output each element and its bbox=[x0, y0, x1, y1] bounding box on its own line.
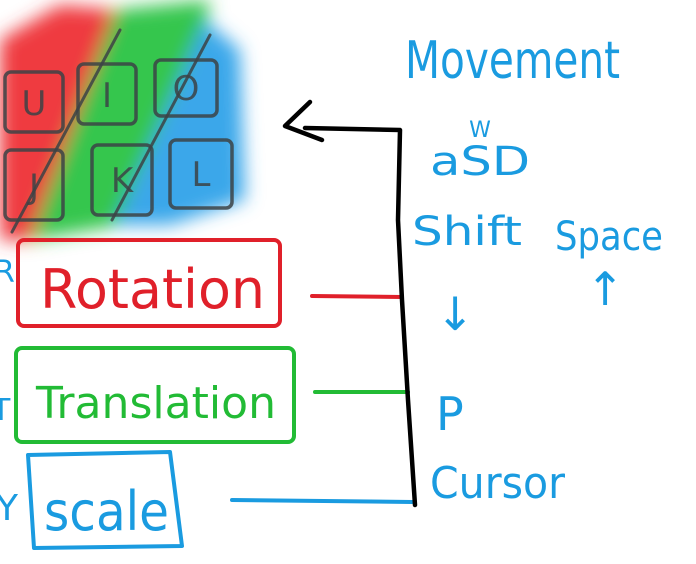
translation-group: T Translation bbox=[0, 346, 296, 444]
translation-prefix: T bbox=[0, 393, 11, 428]
shift-note: Shift bbox=[412, 209, 522, 255]
key-u-label: U bbox=[22, 84, 47, 124]
up-arrow-icon: ↑ bbox=[586, 262, 625, 316]
scale-group: Y scale bbox=[0, 450, 184, 550]
down-arrow-icon: ↓ bbox=[436, 287, 475, 341]
translation-label: Translation bbox=[35, 378, 276, 429]
diagram-canvas: U I O J K L R Rotation T Translation Y s… bbox=[0, 0, 663, 550]
rotation-label: Rotation bbox=[40, 258, 265, 321]
movement-heading: Movement bbox=[405, 31, 620, 91]
scale-connector bbox=[230, 498, 414, 504]
p-key-note: P bbox=[436, 387, 464, 441]
bracket-arrow bbox=[282, 99, 418, 508]
cursor-note: Cursor bbox=[430, 458, 566, 509]
rotation-group: R Rotation bbox=[0, 238, 282, 328]
key-l-label: L bbox=[192, 155, 211, 195]
scale-label: scale bbox=[44, 480, 169, 543]
key-j-label: J bbox=[27, 167, 39, 207]
arrow-head bbox=[282, 99, 325, 143]
scale-prefix: Y bbox=[0, 488, 19, 529]
rotation-connector bbox=[310, 294, 404, 299]
asd-note: aSD bbox=[430, 139, 530, 185]
key-k-label: K bbox=[111, 161, 135, 201]
key-o-label: O bbox=[173, 69, 200, 109]
rotation-prefix: R bbox=[0, 255, 15, 290]
space-note: Space bbox=[555, 214, 663, 260]
key-i-label: I bbox=[102, 76, 112, 116]
